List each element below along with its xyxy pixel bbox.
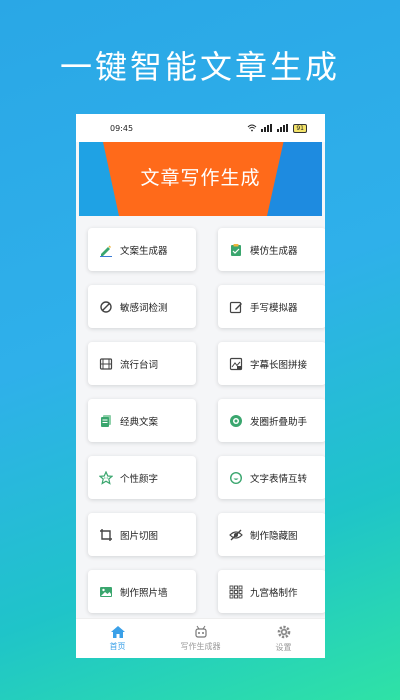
- card-classic-copy[interactable]: 经典文案: [88, 399, 196, 442]
- edit-square-icon: [229, 300, 243, 314]
- card-label: 九宫格制作: [250, 587, 298, 599]
- image-text-icon: [229, 357, 243, 371]
- phone-screen: 09:45 91 文章写作生成 文案生成器 模仿生成器 敏感词检测 手写模拟器 …: [76, 114, 325, 658]
- card-label: 文字表情互转: [250, 473, 308, 485]
- gear-icon: [277, 625, 290, 639]
- card-nine-grid-maker[interactable]: 九宫格制作: [218, 570, 325, 613]
- tab-label: 首页: [109, 642, 126, 651]
- card-photo-wall-maker[interactable]: 制作照片墙: [88, 570, 196, 613]
- signal-icon-2: [277, 124, 289, 132]
- tab-settings[interactable]: 设置: [244, 624, 324, 653]
- card-label: 制作隐藏图: [250, 530, 298, 542]
- tab-label: 设置: [275, 643, 292, 652]
- card-label: 手写模拟器: [250, 302, 298, 314]
- card-label: 文案生成器: [120, 245, 168, 257]
- status-bar: 09:45 91: [76, 114, 325, 142]
- smile-icon: [229, 471, 243, 485]
- pencil-icon: [99, 243, 113, 257]
- tab-home[interactable]: 首页: [78, 625, 158, 652]
- document-icon: [99, 414, 113, 428]
- wifi-icon: [248, 124, 257, 132]
- banner-title: 文章写作生成: [140, 167, 261, 189]
- battery-icon: 91: [293, 123, 307, 133]
- crop-icon: [99, 528, 113, 542]
- signal-icon: [261, 124, 273, 132]
- card-sensitive-word-check[interactable]: 敏感词检测: [88, 285, 196, 328]
- card-label: 发圈折叠助手: [250, 416, 308, 428]
- card-label: 经典文案: [120, 416, 159, 428]
- clipboard-check-icon: [229, 243, 243, 257]
- circle-dot-icon: [229, 414, 243, 428]
- robot-icon: [194, 625, 207, 638]
- headline: 一键智能文章生成: [59, 48, 340, 86]
- card-label: 模仿生成器: [250, 245, 298, 257]
- card-label: 制作照片墙: [120, 587, 168, 599]
- card-label: 个性颜字: [120, 473, 159, 485]
- tab-writing-generator[interactable]: 写作生成器: [161, 625, 241, 652]
- card-handwriting-simulator[interactable]: 手写模拟器: [218, 285, 325, 328]
- card-label: 字幕长图拼接: [250, 359, 308, 371]
- card-copywriting-generator[interactable]: 文案生成器: [88, 228, 196, 271]
- card-subtitle-stitch[interactable]: 字幕长图拼接: [218, 342, 325, 385]
- status-time: 09:45: [110, 123, 134, 133]
- card-text-emoji-convert[interactable]: 文字表情互转: [218, 456, 325, 499]
- home-icon: [110, 626, 125, 638]
- photo-icon: [99, 585, 113, 599]
- card-imitation-generator[interactable]: 模仿生成器: [218, 228, 325, 271]
- card-personal-face-text[interactable]: 个性颜字: [88, 456, 196, 499]
- star-face-icon: [99, 470, 113, 485]
- card-hidden-image-maker[interactable]: 制作隐藏图: [218, 513, 325, 556]
- status-icons: 91: [247, 123, 307, 133]
- eye-off-icon: [229, 528, 243, 542]
- card-popular-lines[interactable]: 流行台词: [88, 342, 196, 385]
- card-label: 流行台词: [120, 359, 159, 371]
- film-icon: [99, 357, 113, 371]
- grid-icon: [229, 585, 243, 599]
- feature-grid: 文案生成器 模仿生成器 敏感词检测 手写模拟器 流行台词 字幕长图拼接 经典文案…: [88, 228, 325, 613]
- banner[interactable]: 文章写作生成: [79, 142, 322, 216]
- card-image-crop[interactable]: 图片切图: [88, 513, 196, 556]
- card-moments-fold-helper[interactable]: 发圈折叠助手: [218, 399, 325, 442]
- card-label: 图片切图: [120, 530, 159, 542]
- tab-label: 写作生成器: [180, 642, 221, 651]
- block-icon: [99, 300, 113, 314]
- card-label: 敏感词检测: [120, 302, 168, 314]
- bottom-tab-bar: 首页 写作生成器 设置: [76, 618, 325, 658]
